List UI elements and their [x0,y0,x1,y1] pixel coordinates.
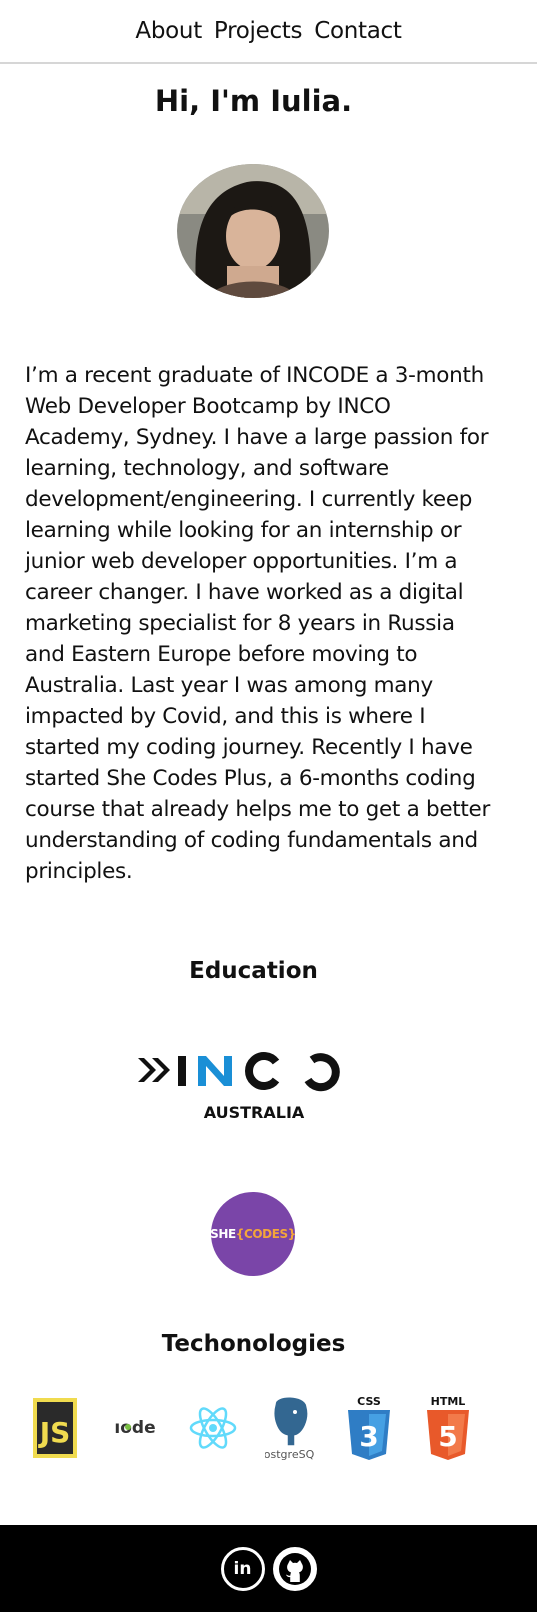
linkedin-icon: in [233,1558,252,1579]
nav-contact-link[interactable]: Contact [314,18,402,44]
bio-paragraph: I’m a recent graduate of INCODE a 3-mont… [25,363,491,884]
education-heading: Education [189,958,318,984]
linkedin-link[interactable]: in [220,1546,265,1591]
top-nav: About Projects Contact [0,0,537,64]
postgresql-text: ostgreSQ [265,1448,315,1461]
svg-text:5: 5 [438,1420,457,1453]
nodejs-text: ıode [114,1418,155,1438]
inco-sub-text: AUSTRALIA [204,1103,305,1122]
nav-projects-link[interactable]: Projects [214,18,303,44]
svg-text:3: 3 [359,1420,378,1453]
postgresql-icon: ostgreSQ [265,1396,315,1461]
page-title: Hi, I'm Iulia. [154,84,353,118]
shecodes-codes-text: {CODES} [235,1227,297,1241]
nodejs-icon: ıode [114,1418,155,1438]
html5-text: HTML [431,1395,466,1408]
technologies-heading: Techonologies [161,1331,346,1357]
javascript-icon: JS [33,1398,77,1458]
html5-icon: HTML 5 [427,1395,469,1460]
react-icon [189,1407,237,1449]
nav-about-link[interactable]: About [135,18,202,44]
css3-icon: CSS 3 [348,1395,390,1460]
shecodes-logo[interactable]: SHE {CODES} [210,1192,297,1276]
github-icon [278,1552,311,1585]
css3-text: CSS [357,1395,381,1408]
shecodes-she-text: SHE [210,1227,236,1241]
footer: in [0,1525,537,1612]
technologies-row: JS ıode ostgreSQ CSS 3 HTML 5 [0,1394,507,1464]
javascript-text: JS [38,1416,71,1449]
github-link[interactable] [272,1546,317,1591]
inco-logo[interactable]: AUSTRALIA [136,1046,372,1122]
avatar [177,164,329,298]
